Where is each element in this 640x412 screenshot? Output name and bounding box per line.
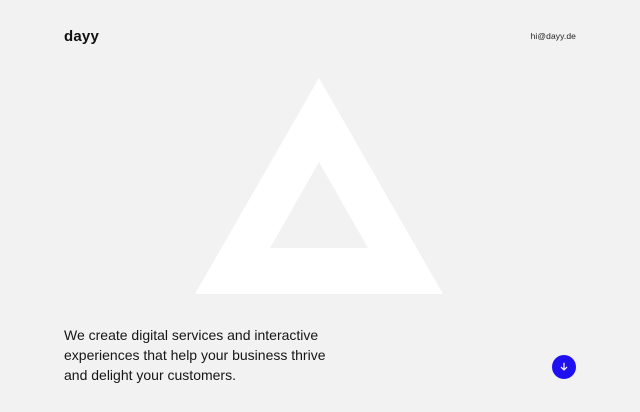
triangle-logo-graphic [195,78,443,294]
scroll-down-button[interactable] [552,355,576,379]
triangle-shape [195,78,443,294]
brand-logo[interactable]: dayy [64,28,99,45]
hero-copy-line-2: experiences that help your business thri… [64,347,326,363]
arrow-down-icon [560,362,568,371]
hero-copy-line-3: and delight your customers. [64,367,236,383]
email-link[interactable]: hi@dayy.de [531,31,576,41]
hero-copy: We create digital services and interacti… [64,325,364,385]
hero-copy-line-1: We create digital services and interacti… [64,327,319,343]
site-header: dayy hi@dayy.de [64,26,576,46]
